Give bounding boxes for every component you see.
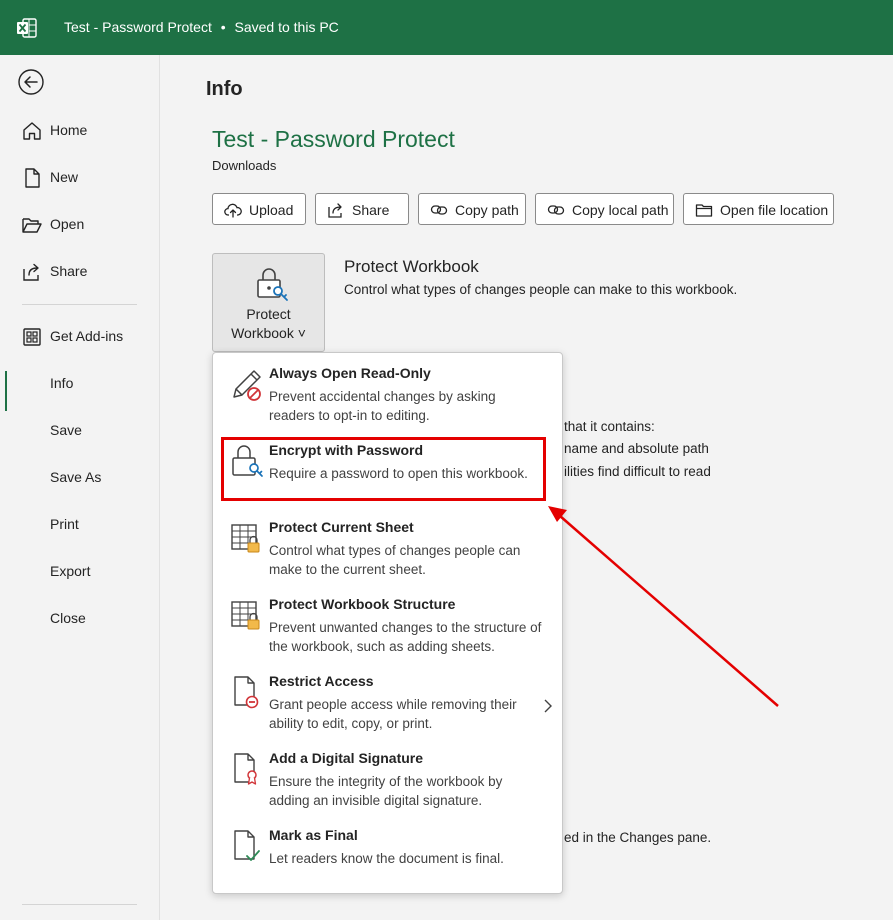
sidebar-item-new[interactable]: New bbox=[0, 157, 160, 197]
sidebar-item-label: Home bbox=[50, 122, 88, 138]
sidebar-item-print[interactable]: Print bbox=[0, 504, 160, 544]
backstage-sidebar: Home New Open Share Get Add-ins Info Sav… bbox=[0, 55, 160, 920]
protect-workbook-label: Protect Workbook ˅ bbox=[213, 305, 324, 343]
copy-path-button[interactable]: Copy path bbox=[418, 193, 526, 225]
document-name: Test - Password Protect bbox=[64, 19, 212, 35]
folder-icon bbox=[695, 204, 713, 217]
menu-item-title: Mark as Final bbox=[269, 827, 358, 843]
new-document-icon bbox=[25, 168, 40, 188]
sidebar-item-home[interactable]: Home bbox=[0, 110, 160, 150]
document-ribbon-icon bbox=[234, 753, 257, 785]
protect-section-title: Protect Workbook bbox=[344, 257, 479, 276]
versions-text-fragment: ed in the Changes pane. bbox=[564, 830, 712, 845]
sidebar-divider bbox=[22, 304, 137, 305]
button-label: Share bbox=[352, 202, 390, 218]
sidebar-item-label: Close bbox=[50, 610, 86, 626]
menu-item-description: Let readers know the document is final. bbox=[269, 851, 504, 866]
sidebar-item-label: Info bbox=[50, 375, 74, 391]
menu-item-description: Prevent accidental changes by asking rea… bbox=[269, 389, 496, 423]
protect-workbook-button[interactable]: Protect Workbook ˅ bbox=[212, 253, 325, 352]
document-title: Test - Password Protect bbox=[212, 126, 455, 152]
sheet-lock-icon bbox=[231, 524, 260, 553]
copy-local-path-button[interactable]: Copy local path bbox=[535, 193, 674, 225]
sidebar-item-label: Save As bbox=[50, 469, 102, 485]
sidebar-item-label: Print bbox=[50, 516, 79, 532]
home-icon bbox=[23, 122, 41, 140]
sidebar-item-save-as[interactable]: Save As bbox=[0, 457, 160, 497]
grid-add-icon bbox=[23, 328, 41, 346]
link-icon bbox=[547, 205, 565, 215]
protect-label-line2: Workbook ˅ bbox=[231, 325, 306, 341]
folder-open-icon bbox=[22, 218, 42, 233]
menu-item-protect-current-sheet[interactable]: Protect Current Sheet Control what types… bbox=[213, 507, 562, 582]
menu-item-mark-as-final[interactable]: Mark as Final Let readers know the docum… bbox=[213, 815, 562, 890]
sidebar-item-info[interactable]: Info bbox=[0, 363, 160, 411]
menu-item-always-open-read-only[interactable]: Always Open Read-Only Prevent accidental… bbox=[213, 353, 562, 428]
menu-item-description: Grant people access while removing their… bbox=[269, 697, 517, 731]
menu-item-title: Add a Digital Signature bbox=[269, 750, 424, 766]
menu-item-restrict-access[interactable]: Restrict Access Grant people access whil… bbox=[213, 661, 562, 736]
menu-item-title: Restrict Access bbox=[269, 673, 374, 689]
button-label: Copy path bbox=[455, 202, 519, 218]
back-arrow-icon[interactable] bbox=[17, 68, 45, 96]
sidebar-item-share[interactable]: Share bbox=[0, 251, 160, 291]
share-icon bbox=[23, 263, 39, 281]
sidebar-item-export[interactable]: Export bbox=[0, 551, 160, 591]
link-icon bbox=[430, 205, 448, 215]
sidebar-item-save[interactable]: Save bbox=[0, 410, 160, 450]
protect-workbook-menu: Always Open Read-Only Prevent accidental… bbox=[212, 352, 563, 894]
menu-item-title: Protect Workbook Structure bbox=[269, 596, 456, 612]
protect-section-description: Control what types of changes people can… bbox=[344, 282, 738, 297]
page-title: Info bbox=[206, 78, 243, 100]
protect-label-line1: Protect bbox=[246, 306, 291, 322]
menu-item-title: Always Open Read-Only bbox=[269, 365, 431, 381]
highlight-box bbox=[221, 437, 546, 501]
inspect-text-fragment: ilities find difficult to read bbox=[564, 464, 711, 479]
sidebar-item-label: Open bbox=[50, 216, 85, 232]
inspect-text-fragment: name and absolute path bbox=[564, 441, 709, 456]
menu-item-description: Prevent unwanted changes to the structur… bbox=[269, 620, 542, 654]
sidebar-item-label: Share bbox=[50, 263, 88, 279]
open-file-location-button[interactable]: Open file location bbox=[683, 193, 834, 225]
share-button[interactable]: Share bbox=[315, 193, 409, 225]
annotation-arrow bbox=[548, 506, 779, 707]
sidebar-item-close[interactable]: Close bbox=[0, 598, 160, 638]
menu-item-description: Control what types of changes people can… bbox=[269, 543, 521, 577]
menu-item-add-digital-signature[interactable]: Add a Digital Signature Ensure the integ… bbox=[213, 738, 562, 813]
lock-key-icon bbox=[257, 268, 288, 301]
workbook-lock-icon bbox=[231, 601, 260, 630]
sidebar-item-label: Get Add-ins bbox=[50, 328, 124, 344]
inspect-text-fragment: that it contains: bbox=[564, 419, 655, 434]
share-icon bbox=[328, 203, 342, 218]
window-title: Test - Password Protect • Saved to this … bbox=[64, 19, 339, 35]
sidebar-item-label: Export bbox=[50, 563, 91, 579]
menu-item-description: Ensure the integrity of the workbook by … bbox=[269, 774, 503, 808]
document-location: Downloads bbox=[212, 158, 277, 173]
title-separator: • bbox=[220, 19, 226, 35]
button-label: Upload bbox=[249, 202, 294, 218]
upload-cloud-icon bbox=[224, 203, 242, 218]
menu-item-protect-workbook-structure[interactable]: Protect Workbook Structure Prevent unwan… bbox=[213, 584, 562, 659]
document-restrict-icon bbox=[234, 676, 259, 709]
sidebar-item-get-add-ins[interactable]: Get Add-ins bbox=[0, 316, 160, 356]
sidebar-item-label: Save bbox=[50, 422, 82, 438]
excel-app-icon bbox=[17, 18, 37, 38]
sidebar-item-label: New bbox=[50, 169, 79, 185]
upload-button[interactable]: Upload bbox=[212, 193, 306, 225]
active-indicator bbox=[5, 371, 7, 411]
save-status: Saved to this PC bbox=[234, 19, 339, 35]
title-bar: Test - Password Protect • Saved to this … bbox=[0, 0, 893, 55]
sidebar-item-open[interactable]: Open bbox=[0, 204, 160, 244]
button-label: Copy local path bbox=[572, 202, 669, 218]
pencil-no-icon bbox=[233, 370, 261, 401]
menu-item-title: Protect Current Sheet bbox=[269, 519, 414, 535]
button-label: Open file location bbox=[720, 202, 829, 218]
sidebar-divider bbox=[22, 904, 137, 905]
document-check-icon bbox=[234, 830, 260, 861]
